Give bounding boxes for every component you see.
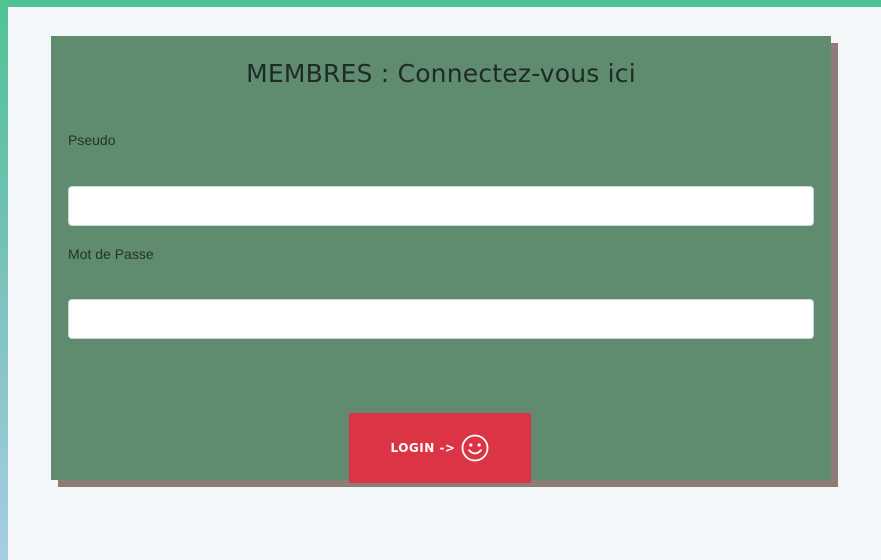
login-button[interactable]: LOGIN -> [349, 413, 531, 483]
login-button-label: LOGIN -> [390, 441, 456, 455]
smiley-icon [460, 433, 490, 463]
page-canvas: MEMBRES : Connectez-vous ici Pseudo Mot … [8, 7, 881, 560]
pseudo-input[interactable] [68, 186, 814, 226]
password-label: Mot de Passe [68, 246, 154, 262]
password-input[interactable] [68, 299, 814, 339]
pseudo-label: Pseudo [68, 132, 116, 148]
login-card: MEMBRES : Connectez-vous ici Pseudo Mot … [51, 36, 831, 483]
form-title: MEMBRES : Connectez-vous ici [246, 59, 636, 88]
